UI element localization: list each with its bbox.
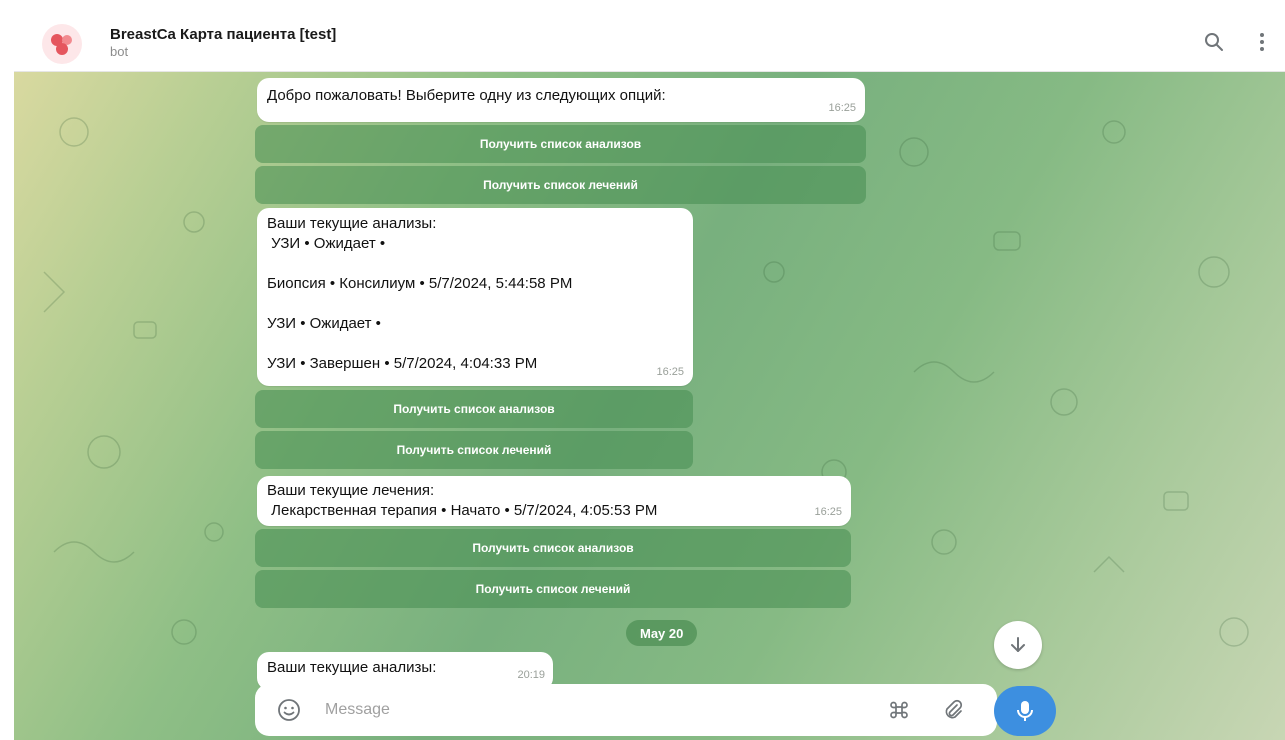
more-vertical-icon[interactable] [1250, 30, 1274, 54]
emoji-icon[interactable] [277, 698, 301, 722]
message-text: УЗИ • Завершен • 5/7/2024, 4:04:33 PM [267, 355, 538, 372]
message-text [267, 334, 683, 354]
search-icon[interactable] [1202, 30, 1226, 54]
message-input[interactable] [325, 698, 845, 722]
message-text: Ваши текущие анализы: [267, 215, 437, 232]
chat-title: BreastCa Карта пациента [test] [110, 26, 337, 43]
bot-logo-icon [51, 34, 72, 55]
attach-icon[interactable] [941, 698, 965, 722]
message-text: Ваши текущие анализы: [267, 659, 437, 676]
message-time: 16:25 [828, 102, 856, 114]
message-time: 16:25 [814, 506, 842, 518]
message-bubble[interactable]: Добро пожаловать! Выберите одну из следу… [257, 78, 865, 122]
chat-area: Добро пожаловать! Выберите одну из следу… [14, 72, 1285, 740]
get-tests-button[interactable]: Получить список анализов [255, 125, 866, 163]
message-time: 16:25 [656, 366, 684, 378]
message-composer [255, 684, 997, 736]
microphone-icon [1017, 701, 1033, 721]
date-separator: May 20 [626, 620, 698, 646]
telegram-chat-window: BreastCa Карта пациента [test] bot Добро [0, 0, 1285, 740]
chat-info[interactable]: BreastCa Карта пациента [test] bot [110, 26, 336, 60]
message-text [267, 294, 683, 314]
chat-header: BreastCa Карта пациента [test] bot [14, 10, 1285, 72]
get-tests-button[interactable]: Получить список анализов [255, 529, 851, 567]
message-text: Ваши текущие лечения: [267, 482, 435, 499]
message-text: Лекарственная терапия • Начато • 5/7/202… [267, 502, 658, 519]
message-text [267, 254, 683, 274]
scroll-down-button[interactable] [994, 621, 1042, 669]
chat-subtitle: bot [110, 44, 129, 59]
message-text: УЗИ • Ожидает • [267, 235, 386, 252]
avatar[interactable] [42, 24, 82, 64]
message-bubble[interactable]: Ваши текущие анализы: УЗИ • Ожидает • Би… [257, 208, 693, 386]
get-tests-button[interactable]: Получить список анализов [255, 390, 693, 428]
message-time: 20:19 [517, 669, 545, 681]
command-icon[interactable] [887, 698, 911, 722]
voice-record-button[interactable] [994, 686, 1056, 736]
message-text: УЗИ • Ожидает • [267, 315, 381, 332]
message-text: Добро пожаловать! Выберите одну из следу… [267, 87, 666, 104]
message-bubble[interactable]: Ваши текущие лечения: Лекарственная тера… [257, 476, 851, 526]
arrow-down-icon [1011, 637, 1025, 652]
get-treatments-button[interactable]: Получить список лечений [255, 570, 851, 608]
get-treatments-button[interactable]: Получить список лечений [255, 431, 693, 469]
get-treatments-button[interactable]: Получить список лечений [255, 166, 866, 204]
message-text: Биопсия • Консилиум • 5/7/2024, 5:44:58 … [267, 275, 573, 292]
